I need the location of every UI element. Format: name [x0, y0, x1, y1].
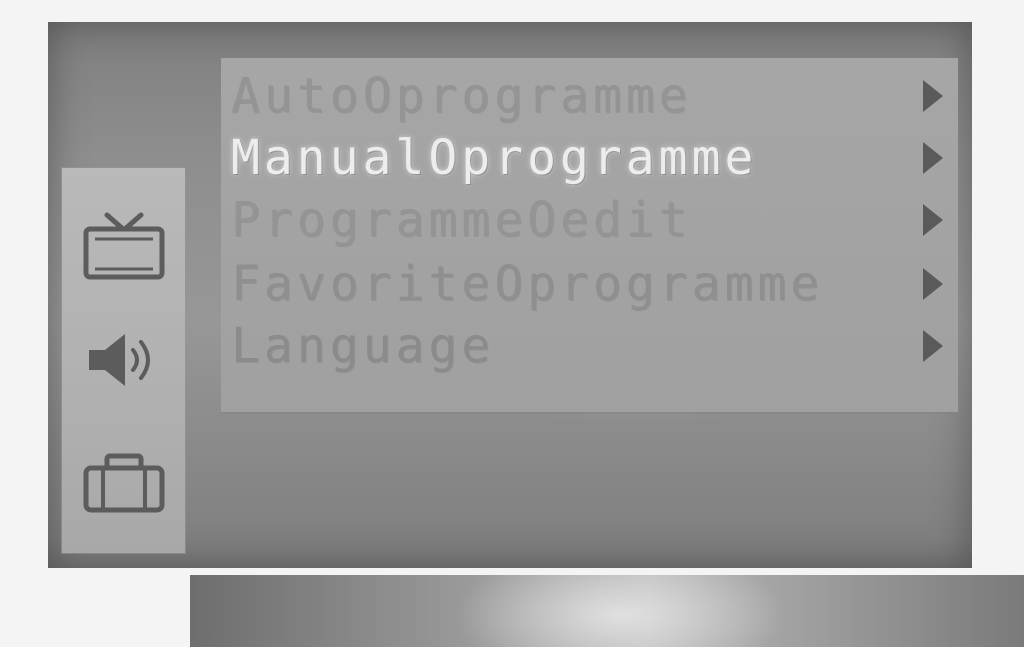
tab-sound[interactable] — [62, 310, 185, 410]
menu-item-auto-programme[interactable]: AutoOprogramme — [231, 64, 943, 124]
tab-setup[interactable] — [62, 434, 185, 534]
menu-item-manual-programme[interactable]: ManualOprogramme — [231, 126, 943, 186]
bottom-bar — [190, 575, 1024, 647]
tab-picture[interactable] — [62, 198, 185, 298]
menu-item-label: FavoriteOprogramme — [231, 256, 824, 312]
submenu-arrow-icon — [923, 80, 943, 112]
menu-item-label: AutoOprogramme — [231, 68, 692, 124]
toolbox-icon — [81, 452, 167, 516]
side-tab-bar — [62, 168, 185, 553]
menu-item-label: ProgrammeOedit — [231, 192, 692, 248]
speaker-icon — [81, 328, 167, 392]
submenu-arrow-icon — [923, 142, 943, 174]
menu-item-programme-edit[interactable]: ProgrammeOedit — [231, 188, 943, 248]
menu-item-label: Language — [231, 318, 495, 374]
submenu-arrow-icon — [923, 204, 943, 236]
submenu-arrow-icon — [923, 268, 943, 300]
menu-item-language[interactable]: Language — [231, 314, 943, 374]
menu-item-favorite-programme[interactable]: FavoriteOprogramme — [231, 252, 943, 312]
programme-menu: AutoOprogramme ManualOprogramme Programm… — [221, 58, 958, 412]
tv-icon — [81, 211, 167, 285]
submenu-arrow-icon — [923, 330, 943, 362]
menu-item-label: ManualOprogramme — [231, 130, 758, 186]
